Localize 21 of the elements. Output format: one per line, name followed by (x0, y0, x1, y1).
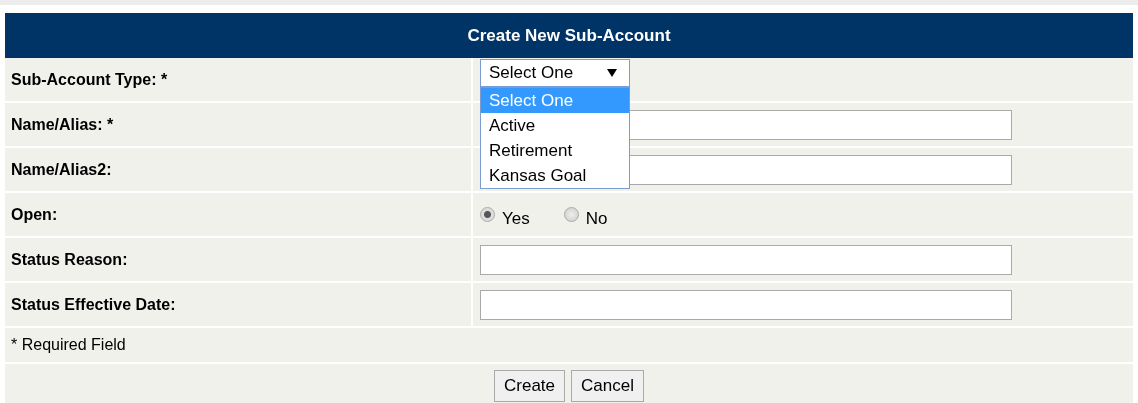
dropdown-option[interactable]: Kansas Goal (481, 162, 629, 188)
field-label: Name/Alias: * (5, 103, 473, 146)
dropdown-option[interactable]: Retirement (481, 137, 629, 163)
radio-button[interactable] (480, 207, 495, 222)
field-label: Status Reason: (5, 238, 473, 281)
form-title: Create New Sub-Account (467, 25, 671, 46)
form-button[interactable]: Cancel (571, 369, 644, 402)
radio-label: Yes (502, 208, 530, 229)
form-button[interactable]: Create (494, 369, 566, 402)
radio-label: No (585, 208, 608, 229)
text-field[interactable] (480, 289, 1012, 320)
field-label: Open: (5, 193, 473, 236)
field-label: Name/Alias2: (5, 148, 473, 191)
required-note: * Required Field (11, 336, 126, 354)
field-label: Status Effective Date: (5, 283, 473, 326)
caret-icon (607, 68, 617, 77)
dropdown-option[interactable]: Active (481, 112, 629, 138)
type-dropdown[interactable]: Select One (480, 58, 630, 87)
radio-button[interactable] (563, 207, 579, 222)
text-field[interactable] (480, 244, 1012, 275)
field-label: Sub-Account Type: * (5, 58, 473, 101)
